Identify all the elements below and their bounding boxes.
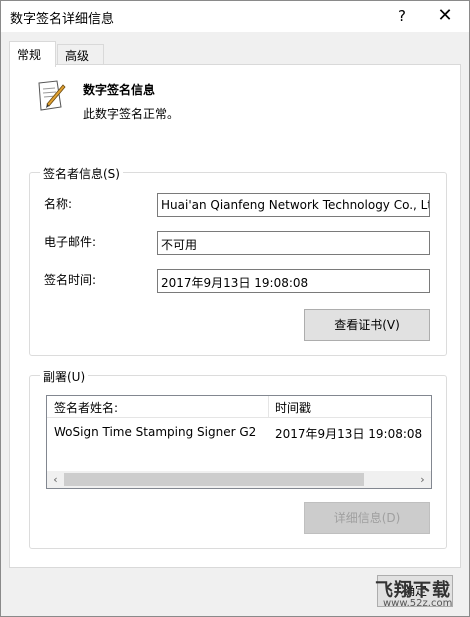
dialog-window: 数字签名详细信息 ? ✕ 常规 高级 数字签名信息 此数字签名正常。 签名者信息… xyxy=(0,0,470,617)
scroll-thumb[interactable] xyxy=(64,473,364,486)
window-title: 数字签名详细信息 xyxy=(10,12,115,27)
watermark-url: www.52z.com xyxy=(383,598,453,609)
signing-time-field[interactable]: 2017年9月13日 19:08:08 xyxy=(157,269,430,293)
countersignature-list[interactable]: 签名者姓名: 时间戳 WoSign Time Stamping Signer G… xyxy=(46,395,432,489)
horizontal-scrollbar[interactable]: ‹ › xyxy=(47,471,431,488)
email-label: 电子邮件: xyxy=(44,235,97,249)
help-icon[interactable]: ? xyxy=(391,5,413,27)
name-field[interactable]: Huai'an Qianfeng Network Technology Co.,… xyxy=(157,193,430,217)
tab-general[interactable]: 常规 xyxy=(9,41,56,67)
scroll-right-icon[interactable]: › xyxy=(414,471,431,488)
signature-status-text: 此数字签名正常。 xyxy=(83,107,180,121)
certificate-icon xyxy=(38,80,66,111)
close-icon[interactable]: ✕ xyxy=(433,4,457,28)
signer-info-group: 签名者信息(S) 名称: Huai'an Qianfeng Network Te… xyxy=(29,165,447,356)
name-label: 名称: xyxy=(44,197,73,211)
tab-advanced[interactable]: 高级 xyxy=(57,44,104,65)
signer-name-cell: WoSign Time Stamping Signer G2 xyxy=(54,425,257,439)
signer-info-legend: 签名者信息(S) xyxy=(40,165,123,182)
tab-panel: 数字签名信息 此数字签名正常。 签名者信息(S) 名称: Huai'an Qia… xyxy=(9,64,461,568)
timestamp-cell: 2017年9月13日 19:08:08 xyxy=(275,427,423,441)
view-certificate-button[interactable]: 查看证书(V) xyxy=(304,309,430,341)
list-header: 签名者姓名: 时间戳 xyxy=(47,396,431,418)
email-field[interactable]: 不可用 xyxy=(157,231,430,255)
column-divider[interactable] xyxy=(268,396,269,418)
title-bar: 数字签名详细信息 ? ✕ xyxy=(1,1,469,32)
watermark: 飞翔下载 www.52z.com xyxy=(371,576,463,612)
countersignatures-legend: 副署(U) xyxy=(40,368,89,385)
column-timestamp[interactable]: 时间戳 xyxy=(275,399,311,416)
list-item[interactable]: WoSign Time Stamping Signer G2 2017年9月13… xyxy=(47,420,431,442)
signature-info-title: 数字签名信息 xyxy=(83,83,156,97)
column-signer-name[interactable]: 签名者姓名: xyxy=(54,399,118,416)
scroll-left-icon[interactable]: ‹ xyxy=(47,471,64,488)
details-button[interactable]: 详细信息(D) xyxy=(304,502,430,534)
signing-time-label: 签名时间: xyxy=(44,273,97,287)
countersignatures-group: 副署(U) 签名者姓名: 时间戳 WoSign Time Stamping Si… xyxy=(29,368,447,549)
